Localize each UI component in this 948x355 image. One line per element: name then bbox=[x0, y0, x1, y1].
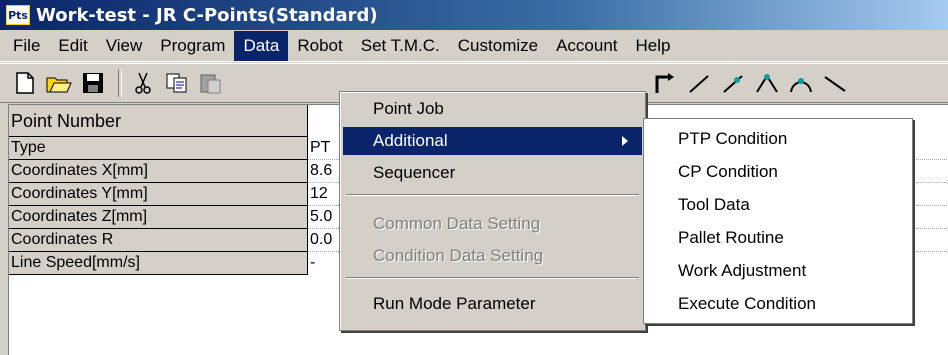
arc-point-icon[interactable] bbox=[752, 68, 782, 98]
submenu-item-pallet-routine[interactable]: Pallet Routine bbox=[646, 222, 910, 254]
menu-item-point-job[interactable]: Point Job bbox=[343, 95, 642, 123]
line-point-icon[interactable] bbox=[718, 68, 748, 98]
drawing-tools bbox=[650, 64, 854, 102]
corner-arrow-icon[interactable] bbox=[650, 68, 680, 98]
copy-icon[interactable] bbox=[162, 68, 192, 98]
open-folder-icon[interactable] bbox=[44, 68, 74, 98]
cut-icon[interactable] bbox=[128, 68, 158, 98]
additional-submenu: PTP Condition CP Condition Tool Data Pal… bbox=[643, 118, 913, 324]
grid-row-header: Coordinates X[mm] bbox=[9, 160, 308, 183]
submenu-item-ptp-condition[interactable]: PTP Condition bbox=[646, 123, 910, 155]
menu-item-run-mode-parameter[interactable]: Run Mode Parameter bbox=[343, 290, 642, 318]
submenu-item-work-adjustment[interactable]: Work Adjustment bbox=[646, 255, 910, 287]
grid-row-header: Coordinates Z[mm] bbox=[9, 206, 308, 229]
grid-row-header: Type bbox=[9, 137, 308, 160]
toolbar-separator bbox=[118, 69, 122, 97]
arc-tool-icon[interactable] bbox=[786, 68, 816, 98]
grid-row-header: Coordinates R bbox=[9, 229, 308, 252]
title-bar: Pts Work-test - JR C-Points(Standard) bbox=[0, 0, 948, 30]
menu-edit[interactable]: Edit bbox=[49, 31, 96, 61]
window-title: Work-test - JR C-Points(Standard) bbox=[36, 4, 378, 26]
grid-row-header: Line Speed[mm/s] bbox=[9, 252, 308, 275]
menu-item-additional-label: Additional bbox=[373, 131, 448, 150]
data-menu-dropdown: Point Job Additional Sequencer Common Da… bbox=[339, 91, 646, 331]
menu-view[interactable]: View bbox=[97, 31, 152, 61]
menu-robot[interactable]: Robot bbox=[288, 31, 351, 61]
menu-account[interactable]: Account bbox=[547, 31, 626, 61]
menu-separator bbox=[346, 277, 639, 279]
menu-separator bbox=[346, 194, 639, 196]
menu-bar: File Edit View Program Data Robot Set T.… bbox=[0, 30, 948, 62]
menu-item-additional[interactable]: Additional bbox=[343, 127, 642, 155]
submenu-item-execute-condition[interactable]: Execute Condition bbox=[646, 288, 910, 320]
menu-data[interactable]: Data bbox=[234, 30, 289, 61]
menu-file[interactable]: File bbox=[4, 31, 49, 61]
submenu-item-cp-condition[interactable]: CP Condition bbox=[646, 156, 910, 188]
paste-icon[interactable] bbox=[196, 68, 226, 98]
menu-set-tmc[interactable]: Set T.M.C. bbox=[352, 31, 449, 61]
menu-help[interactable]: Help bbox=[627, 31, 680, 61]
diagonal-line-icon[interactable] bbox=[820, 68, 850, 98]
menu-item-common-data-setting: Common Data Setting bbox=[373, 214, 541, 233]
app-logo-icon: Pts bbox=[6, 5, 30, 25]
new-document-icon[interactable] bbox=[10, 68, 40, 98]
menu-item-condition-data-setting: Condition Data Setting bbox=[373, 246, 544, 265]
grid-row-header: Point Number bbox=[9, 105, 308, 137]
menu-item-sequencer[interactable]: Sequencer bbox=[343, 159, 642, 187]
save-disk-icon[interactable] bbox=[78, 68, 108, 98]
submenu-arrow-icon bbox=[622, 136, 628, 146]
menu-program[interactable]: Program bbox=[151, 31, 234, 61]
line-tool-icon[interactable] bbox=[684, 68, 714, 98]
submenu-item-tool-data[interactable]: Tool Data bbox=[646, 189, 910, 221]
grid-row-header: Coordinates Y[mm] bbox=[9, 183, 308, 206]
menu-customize[interactable]: Customize bbox=[449, 31, 547, 61]
